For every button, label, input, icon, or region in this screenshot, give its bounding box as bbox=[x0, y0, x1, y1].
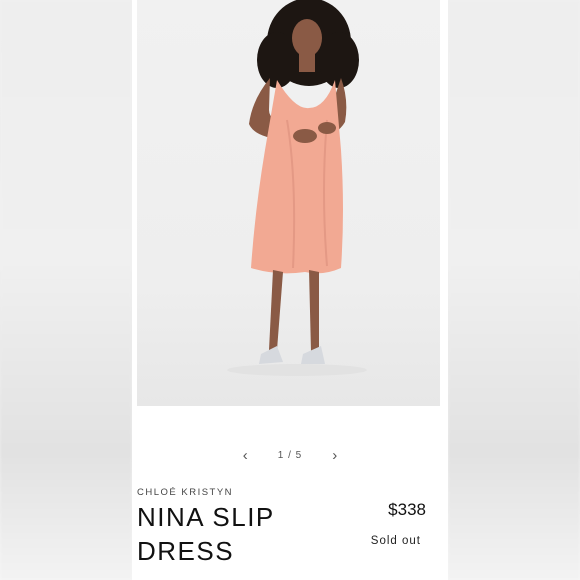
brand-name[interactable]: CHLOÉ KRISTYN bbox=[137, 487, 233, 498]
product-card: ‹ 1 / 5 › CHLOÉ KRISTYN NINA SLIP DRESS … bbox=[132, 0, 448, 580]
background-blur-left bbox=[0, 0, 132, 580]
product-title: NINA SLIP DRESS bbox=[137, 500, 337, 568]
stock-status: Sold out bbox=[370, 535, 421, 547]
product-title-line2: DRESS bbox=[137, 536, 235, 566]
background-blur-right bbox=[448, 0, 580, 580]
chevron-left-icon[interactable]: ‹ bbox=[243, 448, 248, 463]
model-illustration bbox=[227, 0, 367, 376]
image-counter: 1 / 5 bbox=[277, 449, 303, 461]
product-image[interactable] bbox=[137, 0, 440, 406]
chevron-right-icon[interactable]: › bbox=[332, 448, 337, 463]
image-carousel-controls: ‹ 1 / 5 › bbox=[132, 444, 448, 466]
product-price: $338 bbox=[388, 500, 426, 519]
product-title-line1: NINA SLIP bbox=[137, 502, 275, 532]
